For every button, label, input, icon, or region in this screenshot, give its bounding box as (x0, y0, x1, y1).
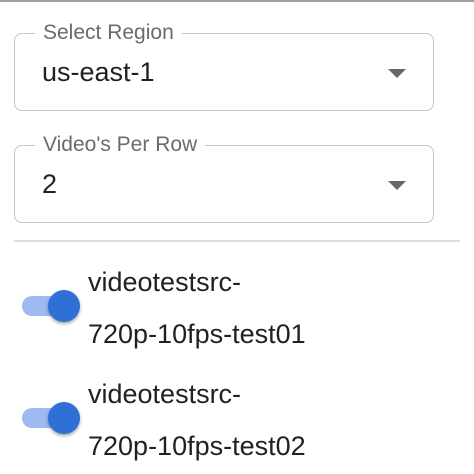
stream-name: videotestsrc- 720p-10fps-test01 (88, 256, 458, 360)
region-select-value[interactable]: us-east-1 (42, 56, 155, 88)
region-select[interactable]: Select Region us-east-1 (14, 20, 434, 111)
stream-name-line-2: 720p-10fps-test01 (88, 319, 306, 349)
stream-name-line-1: videotestsrc- (88, 379, 242, 409)
videos-per-row-label: Video's Per Row (35, 132, 206, 158)
switch-thumb[interactable] (48, 402, 80, 434)
stream-list-item: videotestsrc- 720p-10fps-test01 (0, 252, 474, 362)
stream-name-line-2: 720p-10fps-test02 (88, 431, 306, 461)
videos-per-row-value[interactable]: 2 (42, 168, 57, 200)
switch-thumb[interactable] (48, 290, 80, 322)
stream-toggle-switch[interactable] (22, 398, 80, 434)
divider (14, 240, 460, 242)
stream-settings-panel: Select Region us-east-1 Video's Per Row … (0, 0, 474, 466)
stream-list-item: videotestsrc- 720p-10fps-test02 (0, 364, 474, 474)
arrow-drop-down-icon[interactable] (388, 181, 406, 190)
region-select-label: Select Region (35, 20, 182, 46)
videos-per-row-select[interactable]: Video's Per Row 2 (14, 132, 434, 223)
stream-name-line-1: videotestsrc- (88, 267, 242, 297)
stream-toggle-switch[interactable] (22, 286, 80, 322)
arrow-drop-down-icon[interactable] (388, 69, 406, 78)
stream-name: videotestsrc- 720p-10fps-test02 (88, 368, 458, 472)
